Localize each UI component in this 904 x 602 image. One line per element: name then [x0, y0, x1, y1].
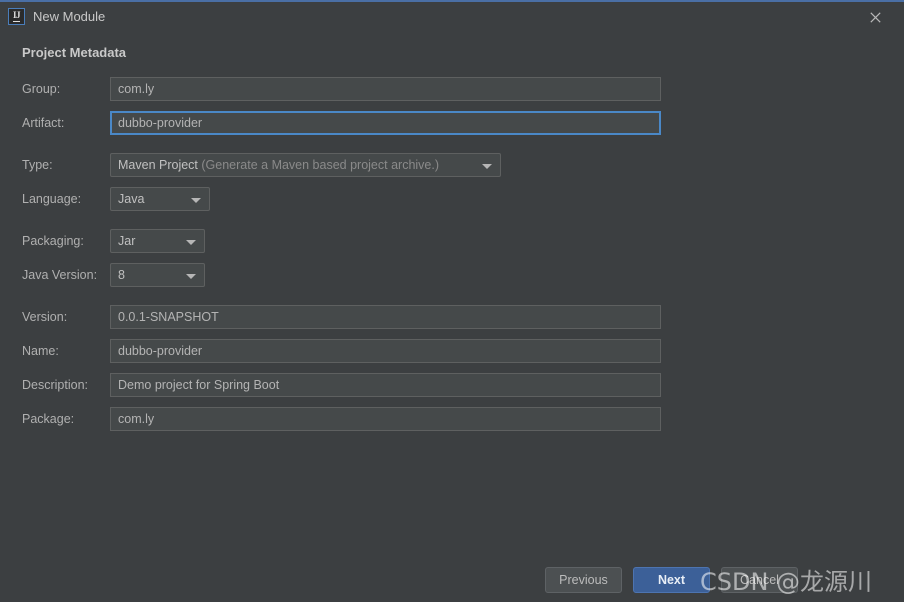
chevron-down-icon: [482, 164, 492, 169]
chevron-down-icon: [186, 240, 196, 245]
section-title: Project Metadata: [22, 45, 127, 60]
type-label: Type:: [22, 158, 53, 172]
form-row-type: Type: Maven Project (Generate a Maven ba…: [0, 153, 904, 177]
packaging-label: Packaging:: [22, 234, 84, 248]
name-input[interactable]: dubbo-provider: [110, 339, 661, 363]
group-label: Group:: [22, 82, 61, 96]
intellij-idea-icon: IJ: [8, 8, 25, 25]
form-row-name: Name: dubbo-provider: [0, 339, 904, 363]
description-label: Description:: [22, 378, 88, 392]
java-version-label: Java Version:: [22, 268, 98, 282]
title-bar: IJ New Module: [0, 2, 904, 32]
type-value: Maven Project: [118, 158, 198, 172]
previous-button[interactable]: Previous: [545, 567, 622, 593]
form-row-package: Package: com.ly: [0, 407, 904, 431]
close-icon[interactable]: [852, 2, 898, 32]
artifact-label: Artifact:: [22, 116, 65, 130]
chevron-down-icon: [191, 198, 201, 203]
next-button[interactable]: Next: [633, 567, 710, 593]
cancel-button[interactable]: Cancel: [721, 567, 798, 593]
language-value: Java: [118, 192, 145, 206]
java-version-dropdown[interactable]: 8: [110, 263, 205, 287]
type-hint: (Generate a Maven based project archive.…: [201, 158, 440, 172]
chevron-down-icon: [186, 274, 196, 279]
description-input[interactable]: Demo project for Spring Boot: [110, 373, 661, 397]
type-dropdown[interactable]: Maven Project (Generate a Maven based pr…: [110, 153, 501, 177]
package-label: Package:: [22, 412, 75, 426]
window-title: New Module: [33, 9, 106, 24]
form-row-java-version: Java Version: 8: [0, 263, 904, 287]
packaging-value: Jar: [118, 234, 136, 248]
form-row-packaging: Packaging: Jar: [0, 229, 904, 253]
language-label: Language:: [22, 192, 82, 206]
group-input[interactable]: com.ly: [110, 77, 661, 101]
java-version-value: 8: [118, 268, 125, 282]
form-row-description: Description: Demo project for Spring Boo…: [0, 373, 904, 397]
name-label: Name:: [22, 344, 59, 358]
version-input[interactable]: 0.0.1-SNAPSHOT: [110, 305, 661, 329]
package-input[interactable]: com.ly: [110, 407, 661, 431]
form-row-version: Version: 0.0.1-SNAPSHOT: [0, 305, 904, 329]
artifact-input[interactable]: dubbo-provider: [110, 111, 661, 135]
form-row-artifact: Artifact: dubbo-provider: [0, 111, 904, 135]
form-row-group: Group: com.ly: [0, 77, 904, 101]
form-row-language: Language: Java: [0, 187, 904, 211]
version-label: Version:: [22, 310, 68, 324]
packaging-dropdown[interactable]: Jar: [110, 229, 205, 253]
language-dropdown[interactable]: Java: [110, 187, 210, 211]
